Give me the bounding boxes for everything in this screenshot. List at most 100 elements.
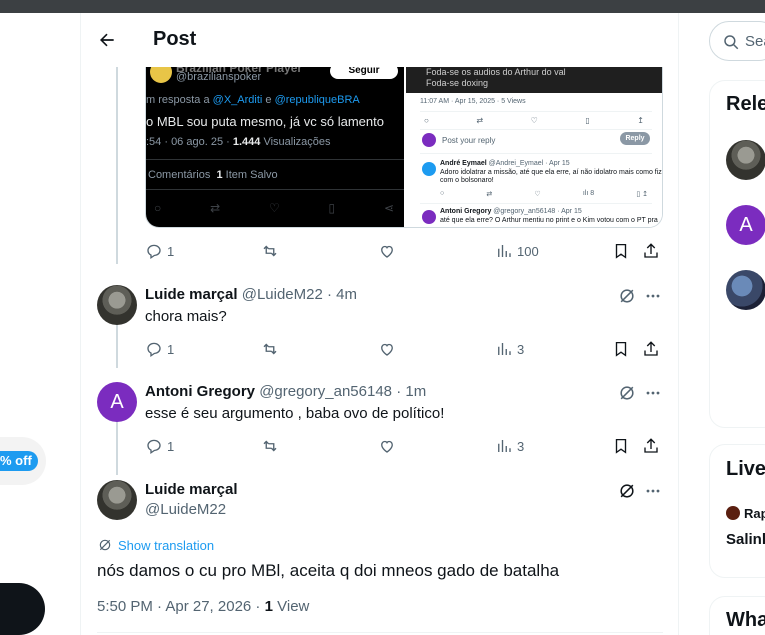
views-icon — [498, 440, 511, 452]
reply-button[interactable]: 1 — [145, 337, 174, 361]
embedded-follow-button: Seguir — [330, 67, 398, 79]
embedded-r1-name: André Eymael — [440, 160, 487, 167]
like-button[interactable] — [378, 434, 396, 458]
embedded-r2-handle: @gregory_an56148 · Apr 15 — [493, 208, 582, 215]
avatar[interactable] — [726, 140, 765, 180]
repost-icon — [263, 440, 277, 452]
embedded-right-meta: 11:07 AM · Apr 15, 2025 · 5 Views — [420, 98, 526, 105]
share-button[interactable] — [642, 337, 660, 361]
reply-text: chora mais? — [145, 308, 227, 325]
embedded-meta-views-label: Visualizações — [263, 136, 331, 148]
author-name[interactable]: Antoni Gregory — [145, 383, 255, 400]
grok-icon[interactable] — [617, 481, 637, 501]
embedded-meta-views: 1.444 — [232, 136, 261, 148]
post-time[interactable]: · 1m — [396, 383, 426, 400]
embedded-saved-label: Item Salvo — [225, 169, 278, 181]
reply-actions: 1 3 — [145, 337, 665, 361]
media-screenshot-right: Foda-se os audios do Arthur do val Foda-… — [404, 67, 662, 227]
share-button[interactable] — [642, 239, 660, 263]
show-translation-link[interactable]: Show translation — [97, 537, 214, 553]
author-name[interactable]: Luide marçal — [145, 481, 238, 498]
bookmark-button[interactable] — [612, 337, 630, 361]
share-button[interactable] — [642, 434, 660, 458]
reply-button[interactable]: 1 — [145, 434, 174, 458]
more-icon[interactable] — [643, 481, 663, 501]
embedded-right-line1: Foda-se os audios do Arthur do val — [426, 67, 566, 77]
like-button[interactable] — [378, 337, 396, 361]
reply-author: Antoni Gregory @gregory_an56148 · 1m — [145, 383, 426, 400]
reply-icon — [147, 244, 161, 260]
heart-icon — [381, 245, 393, 258]
post-actions: 1 100 — [145, 239, 665, 263]
embedded-right-actions: ○ ⇄ ♡ ▯ ↥ — [424, 116, 644, 125]
post-time[interactable]: · 4m — [327, 286, 357, 303]
author-handle[interactable]: @LuideM22 — [242, 286, 323, 303]
embedded-r2-name: Antoni Gregory — [440, 208, 492, 215]
repost-button[interactable] — [261, 434, 279, 458]
embedded-divider — [146, 159, 404, 160]
views-icon — [498, 245, 511, 257]
embedded-right-r1-avatar — [422, 162, 436, 176]
embedded-right-divider-4 — [420, 203, 652, 204]
reply-button[interactable]: 1 — [145, 239, 174, 263]
account-switcher[interactable] — [0, 583, 45, 635]
right-sidebar: Sea Rele A Live Rap Salinl Wha — [679, 13, 765, 635]
embedded-r1-views: 8 — [590, 190, 595, 197]
avatar[interactable] — [97, 285, 137, 325]
focused-views-label: View — [277, 598, 310, 615]
reply-icon — [147, 439, 161, 455]
premium-offer[interactable]: % off — [0, 437, 46, 485]
avatar[interactable]: A — [726, 205, 765, 245]
views-button[interactable]: 100 — [495, 239, 539, 263]
bookmark-icon — [615, 341, 627, 357]
focused-meta: 5:50 PM · Apr 27, 2026 · 1 View — [97, 598, 309, 615]
share-icon — [644, 243, 658, 258]
bookmark-icon — [615, 438, 627, 454]
repost-button[interactable] — [261, 337, 279, 361]
avatar[interactable]: A — [97, 382, 137, 422]
bookmark-button[interactable] — [612, 434, 630, 458]
reply-count: 1 — [167, 341, 175, 357]
embedded-reply-user1: @X_Arditi — [212, 94, 263, 106]
thread-line-top — [116, 67, 118, 264]
author-name[interactable]: Luide marçal — [145, 286, 238, 303]
search-icon — [724, 35, 739, 50]
author-handle[interactable]: @gregory_an56148 — [259, 383, 392, 400]
author-handle[interactable]: @LuideM22 — [145, 501, 226, 518]
share-icon — [644, 438, 658, 453]
like-button[interactable] — [378, 239, 396, 263]
more-icon[interactable] — [643, 286, 663, 306]
repost-icon — [263, 245, 277, 257]
bookmark-button[interactable] — [612, 239, 630, 263]
focused-views-count: 1 — [264, 598, 273, 615]
views-button[interactable]: 3 — [495, 434, 524, 458]
live-host-avatar[interactable] — [726, 506, 740, 520]
embedded-r1-handle: @Andrei_Eymael · Apr 15 — [488, 160, 570, 167]
show-translation-label[interactable]: Show translation — [118, 538, 214, 553]
back-arrow-icon[interactable] — [97, 30, 117, 50]
main-column: Post Brazilian Poker Player @braziliansp… — [80, 13, 679, 635]
views-count: 3 — [517, 341, 525, 357]
focused-timestamp[interactable]: 5:50 PM · Apr 27, 2026 · — [97, 598, 260, 615]
thread-line-bottom — [116, 421, 118, 475]
avatar[interactable] — [97, 480, 137, 520]
whats-happening-card: Wha — [709, 596, 765, 635]
embedded-right-divider-3 — [420, 153, 652, 154]
grok-icon[interactable] — [617, 286, 637, 306]
search-input[interactable]: Sea — [709, 21, 765, 61]
avatar[interactable] — [726, 270, 765, 310]
embedded-saved-count: 1 — [216, 169, 223, 181]
repost-button[interactable] — [261, 239, 279, 263]
views-button[interactable]: 3 — [495, 337, 524, 361]
relevant-title: Rele — [726, 93, 765, 115]
embedded-avatar — [150, 67, 172, 83]
repost-icon — [263, 343, 277, 355]
post-media[interactable]: Brazilian Poker Player @brazilianspoker … — [145, 67, 663, 228]
grok-icon[interactable] — [617, 383, 637, 403]
embedded-reply-user2: @republiqueBRA — [274, 94, 360, 106]
embedded-divider-2 — [146, 189, 404, 190]
live-space-title[interactable]: Salinl — [726, 531, 765, 548]
live-host-name[interactable]: Rap — [744, 506, 765, 521]
embedded-right-reply-button: Reply — [620, 132, 650, 145]
more-icon[interactable] — [643, 383, 663, 403]
